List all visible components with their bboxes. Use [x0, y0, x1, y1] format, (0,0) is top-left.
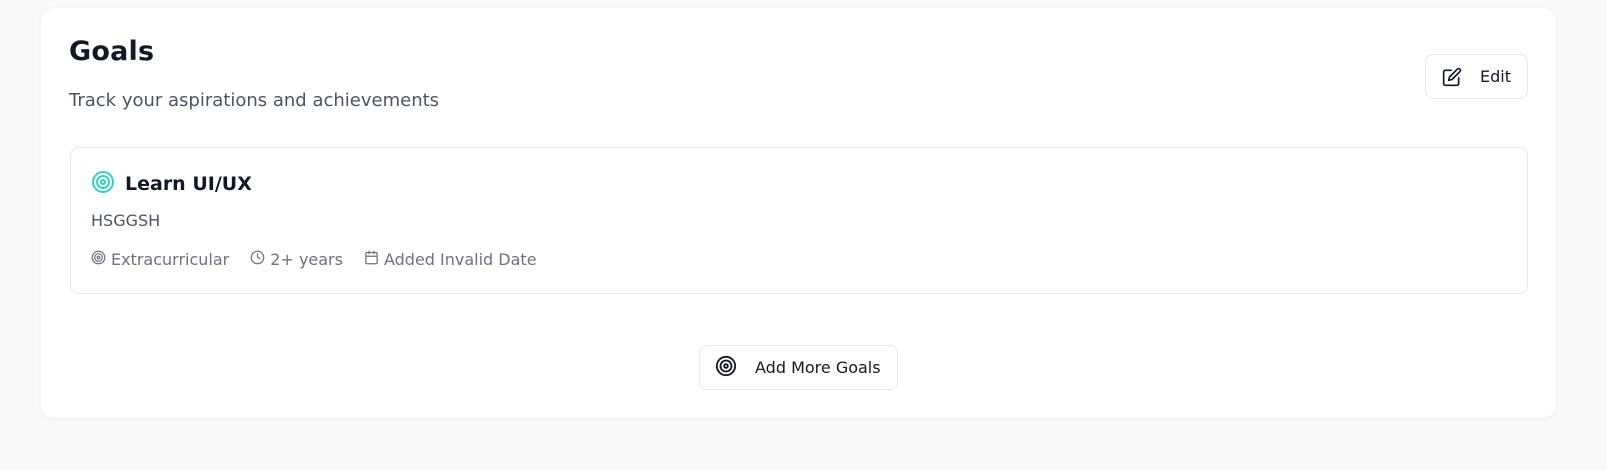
goal-meta: Extracurricular 2+ years Added Invalid D… [91, 250, 537, 269]
add-more-goals-button[interactable]: Add More Goals [699, 345, 898, 390]
edit-button[interactable]: Edit [1425, 54, 1528, 99]
goal-timeframe-label: 2+ years [270, 250, 343, 269]
goal-added-label: Added Invalid Date [383, 250, 537, 269]
goal-category-label: Extracurricular [111, 250, 230, 269]
goal-card: Learn UI/UX HSGGSH Extracurricular 2+ ye… [70, 147, 1528, 294]
goal-description: HSGGSH [91, 211, 161, 230]
section-title: Goals [69, 36, 155, 67]
target-icon [715, 355, 737, 381]
goal-timeframe: 2+ years [250, 250, 343, 269]
add-more-goals-label: Add More Goals [755, 358, 881, 377]
calendar-icon [364, 250, 379, 269]
edit-icon [1442, 67, 1462, 87]
clock-icon [250, 250, 265, 269]
section-subtitle: Track your aspirations and achievements [69, 90, 440, 111]
goal-header: Learn UI/UX [91, 170, 252, 198]
target-icon [91, 170, 115, 198]
edit-button-label: Edit [1480, 67, 1511, 86]
target-icon [91, 250, 106, 269]
goal-title: Learn UI/UX [125, 173, 252, 195]
goal-added-date: Added Invalid Date [364, 250, 537, 269]
goal-category: Extracurricular [91, 250, 229, 269]
